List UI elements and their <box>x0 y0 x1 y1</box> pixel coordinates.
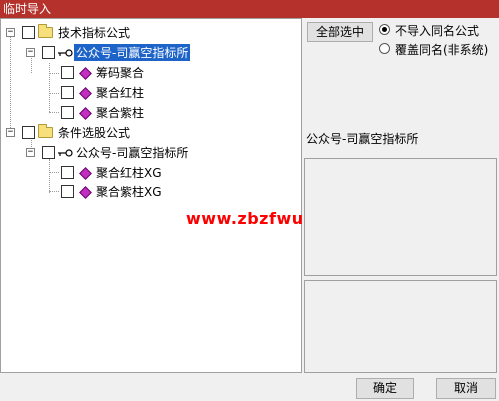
formula-checkbox[interactable] <box>61 185 74 198</box>
group-label[interactable]: 技术指标公式 <box>58 24 130 41</box>
formula-checkbox[interactable] <box>61 106 74 119</box>
tree-guide-line <box>31 55 32 73</box>
formula-checkbox[interactable] <box>61 166 74 179</box>
formula-set-checkbox[interactable] <box>42 46 55 59</box>
formula-gem-icon <box>79 186 92 199</box>
formula-checkbox[interactable] <box>61 86 74 99</box>
select-all-button[interactable]: 全部选中 <box>307 22 373 42</box>
collapse-toggle[interactable]: − <box>6 128 15 137</box>
formula-set-label[interactable]: 公众号-司赢空指标所 <box>76 144 188 161</box>
overwrite-radio[interactable] <box>379 43 390 54</box>
tree-guide-line <box>49 63 50 112</box>
formula-label[interactable]: 筹码聚合 <box>96 64 144 81</box>
folder-icon <box>38 124 53 138</box>
formula-label[interactable]: 聚合紫柱 <box>96 104 144 121</box>
key-icon <box>58 149 73 157</box>
formula-gem-icon <box>79 107 92 120</box>
import-dialog: 临时导入 − 技术指标公式 − 公众号-司赢空指标所 筹码聚合 聚合红柱 聚合紫… <box>0 0 499 401</box>
window-title: 临时导入 <box>3 2 52 16</box>
tree-guide-line <box>10 35 11 134</box>
formula-label[interactable]: 聚合红柱 <box>96 84 144 101</box>
group-label[interactable]: 条件选股公式 <box>58 124 130 141</box>
ok-button[interactable]: 确定 <box>356 378 414 399</box>
formula-detail-panel <box>304 280 497 373</box>
tree-guide-line <box>49 172 59 173</box>
tree-guide-line <box>49 93 59 94</box>
formula-tree[interactable]: − 技术指标公式 − 公众号-司赢空指标所 筹码聚合 聚合红柱 聚合紫柱 − 条… <box>0 18 348 373</box>
collapse-toggle[interactable]: − <box>26 148 35 157</box>
group-checkbox[interactable] <box>22 126 35 139</box>
formula-label[interactable]: 聚合红柱XG <box>96 164 162 181</box>
skip-duplicates-radio[interactable] <box>379 24 390 35</box>
formula-set-label[interactable]: 公众号-司赢空指标所 <box>74 44 191 61</box>
tree-guide-line <box>49 73 59 74</box>
tree-guide-line <box>49 191 59 192</box>
tree-guide-line <box>49 159 50 193</box>
formula-set-checkbox[interactable] <box>42 146 55 159</box>
folder-icon <box>38 24 53 38</box>
formula-gem-icon <box>79 167 92 180</box>
formula-gem-icon <box>79 67 92 80</box>
formula-label[interactable]: 聚合紫柱XG <box>96 183 162 200</box>
group-checkbox[interactable] <box>22 26 35 39</box>
title-bar: 临时导入 <box>0 0 499 18</box>
formula-info-label: 公众号-司赢空指标所 <box>306 132 419 146</box>
cancel-button[interactable]: 取消 <box>436 378 496 399</box>
formula-description-panel <box>304 158 497 276</box>
collapse-toggle[interactable]: − <box>26 48 35 57</box>
key-icon <box>58 49 73 57</box>
collapse-toggle[interactable]: − <box>6 28 15 37</box>
overwrite-label[interactable]: 覆盖同名(非系统) <box>395 41 488 58</box>
formula-gem-icon <box>79 87 92 100</box>
skip-duplicates-label[interactable]: 不导入同名公式 <box>395 22 479 39</box>
formula-checkbox[interactable] <box>61 66 74 79</box>
tree-guide-line <box>49 112 59 113</box>
